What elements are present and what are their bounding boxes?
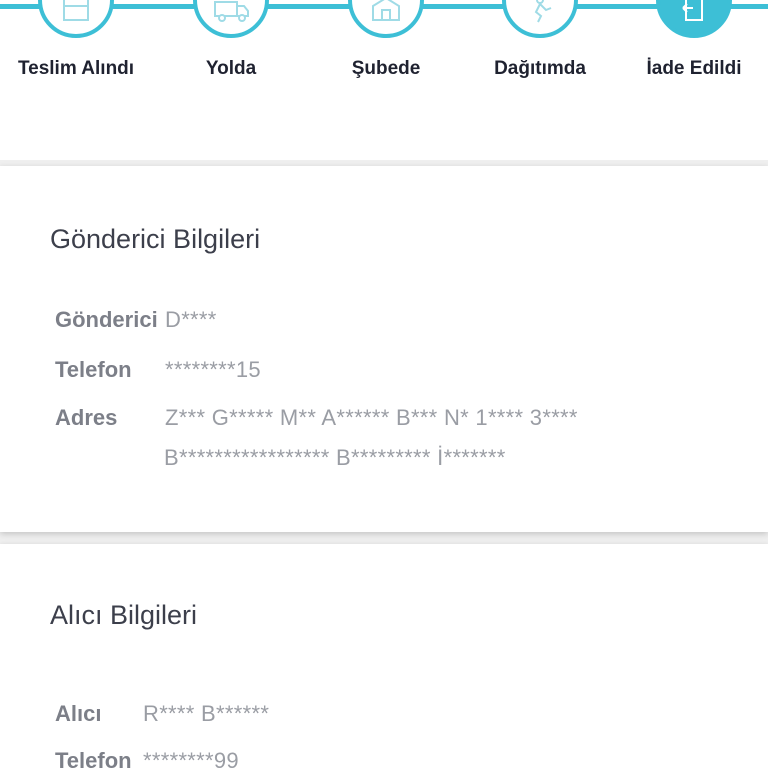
return-icon: [656, 0, 732, 38]
truck-icon: [193, 0, 269, 38]
sender-phone-label: Telefon: [55, 357, 132, 382]
step-on-the-way: Yolda: [161, 0, 301, 80]
courier-icon: [502, 0, 578, 38]
receiver-phone-value: ********99: [143, 748, 239, 773]
branch-icon: [348, 0, 424, 38]
step-label-in-delivery: Dağıtımda: [494, 58, 586, 79]
sender-info-card: Gönderici Bilgileri Gönderici D**** Tele…: [0, 166, 768, 532]
sender-section-title: Gönderici Bilgileri: [50, 224, 261, 254]
step-label-received: Teslim Alındı: [17, 58, 135, 79]
step-label-at-branch: Şubede: [351, 58, 421, 79]
shipment-status-stepper: Teslim Alındı Yolda Şubede Dağıtımda İad…: [0, 0, 768, 160]
step-in-delivery: Dağıtımda: [470, 0, 610, 80]
receiver-name-row: Alıcı R**** B******: [55, 701, 269, 727]
sender-address-line1: Z*** G***** M** A****** B*** N* 1**** 3*…: [165, 405, 578, 430]
sender-phone-value: ********15: [165, 357, 261, 382]
sender-phone-row: Telefon ********15: [55, 357, 261, 383]
step-returned: İade Edildi: [624, 0, 764, 80]
step-label-returned: İade Edildi: [646, 58, 742, 79]
sender-name-label: Gönderici: [55, 307, 158, 332]
step-at-branch: Şubede: [316, 0, 456, 80]
sender-address-line2: B***************** B********* İ*******: [164, 445, 506, 470]
sender-name-value: D****: [165, 307, 217, 332]
sender-address-label: Adres: [55, 405, 118, 430]
receiver-name-label: Alıcı: [55, 701, 102, 726]
sender-address-row: Adres Z*** G***** M** A****** B*** N* 1*…: [55, 405, 578, 431]
receiver-phone-row: Telefon ********99: [55, 748, 239, 774]
step-received: Teslim Alındı: [6, 0, 146, 80]
receiver-info-card: Alıcı Bilgileri Alıcı R**** B****** Tele…: [0, 544, 768, 784]
step-label-on-the-way: Yolda: [205, 58, 257, 79]
sender-name-row: Gönderici D****: [55, 307, 217, 333]
receiver-phone-label: Telefon: [55, 748, 132, 773]
receiver-section-title: Alıcı Bilgileri: [50, 600, 198, 630]
receiver-name-value: R**** B******: [143, 701, 270, 726]
package-icon: [38, 0, 114, 38]
